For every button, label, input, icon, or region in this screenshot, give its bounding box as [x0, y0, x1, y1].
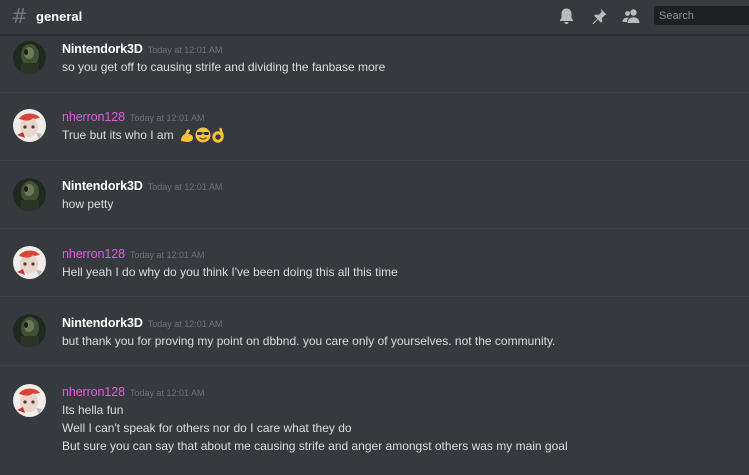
smiling-face-with-sunglasses-emoji-icon — [195, 127, 211, 146]
pin-icon[interactable] — [590, 7, 608, 25]
message-text: True but its who I am — [62, 127, 225, 146]
message-timestamp: Today at 12:01 AM — [147, 45, 223, 55]
message-group: Nintendork3D Today at 12:01 AM but thank … — [0, 297, 749, 365]
message-group: nherron128 Today at 12:01 AM Its hella fu… — [0, 366, 749, 475]
message-group: nherron128 Today at 12:01 AM True but its… — [0, 93, 749, 160]
avatar[interactable] — [13, 109, 46, 142]
message-timestamp: Today at 12:01 AM — [129, 113, 205, 123]
message-timestamp: Today at 12:01 AM — [147, 182, 223, 192]
message-text-content: True but its who I am — [62, 128, 174, 142]
search-input[interactable] — [654, 6, 749, 25]
chat-window: # general Search Nintendork3D Today at 1… — [0, 0, 749, 475]
message-group: Nintendork3D Today at 12:01 AM how petty — [0, 161, 749, 228]
message-text: so you get off to causing strife and div… — [62, 60, 386, 74]
avatar[interactable] — [13, 246, 46, 279]
author-name[interactable]: nherron128 — [62, 247, 125, 261]
author-name[interactable]: nherron128 — [62, 385, 125, 399]
message-list: Nintendork3D Today at 12:01 AM so you get… — [0, 35, 749, 475]
avatar[interactable] — [13, 384, 46, 417]
message-text: but thank you for proving my point on db… — [62, 334, 556, 348]
bell-icon[interactable] — [558, 7, 576, 25]
message-timestamp: Today at 12:01 AM — [147, 319, 223, 329]
message-timestamp: Today at 12:01 AM — [129, 250, 205, 260]
author-name[interactable]: Nintendork3D — [62, 179, 143, 193]
message-text: Hell yeah I do why do you think I've bee… — [62, 265, 398, 279]
avatar[interactable] — [13, 314, 46, 347]
message-text: how petty — [62, 197, 114, 211]
channel-name: general — [36, 9, 83, 24]
message-text: Its hella fun — [62, 403, 124, 417]
author-name[interactable]: Nintendork3D — [62, 42, 143, 56]
message-text: Well I can't speak for others nor do I c… — [62, 421, 352, 435]
avatar[interactable] — [13, 41, 46, 74]
flexed-biceps-emoji-icon — [179, 127, 195, 146]
message-timestamp: Today at 12:01 AM — [129, 388, 205, 398]
message-text: But sure you can say that about me causi… — [62, 439, 568, 453]
message-author[interactable]: nherron128 Today at 12:01 AM — [62, 385, 205, 399]
avatar[interactable] — [13, 178, 46, 211]
channel-hash-icon: # — [11, 4, 28, 28]
message-author[interactable]: Nintendork3D Today at 12:01 AM — [62, 179, 222, 193]
message-group: Nintendork3D Today at 12:01 AM so you get… — [0, 35, 749, 92]
message-group: nherron128 Today at 12:01 AM Hell yeah I … — [0, 229, 749, 296]
message-author[interactable]: Nintendork3D Today at 12:01 AM — [62, 42, 222, 56]
message-author[interactable]: nherron128 Today at 12:01 AM — [62, 110, 205, 124]
message-author[interactable]: nherron128 Today at 12:01 AM — [62, 247, 205, 261]
members-icon[interactable] — [622, 7, 640, 25]
message-author[interactable]: Nintendork3D Today at 12:01 AM — [62, 316, 222, 330]
author-name[interactable]: Nintendork3D — [62, 316, 143, 330]
channel-header: # general — [0, 0, 749, 35]
author-name[interactable]: nherron128 — [62, 110, 125, 124]
ok-hand-emoji-icon — [211, 127, 225, 146]
